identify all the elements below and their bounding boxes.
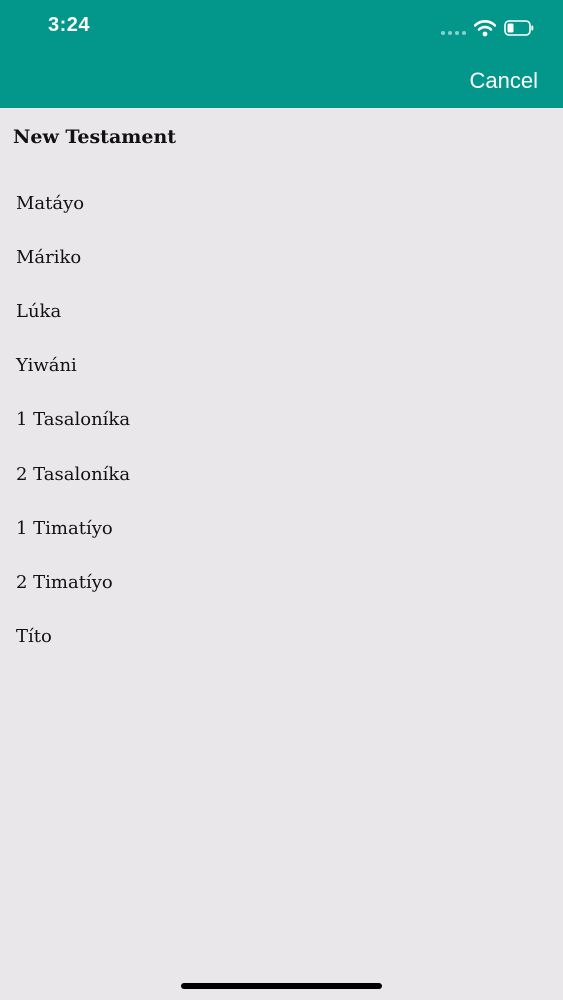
wifi-icon [474,20,496,37]
book-list-item[interactable]: Matáyo [0,176,563,230]
book-list-item[interactable]: 1 Tasaloníka [0,393,563,447]
book-list-item[interactable]: Yiwáni [0,339,563,393]
book-list-item[interactable]: Títo [0,610,563,664]
book-list-item[interactable]: Lúka [0,284,563,338]
home-indicator [181,983,382,989]
book-list: Matáyo Máriko Lúka Yiwáni 1 Tasaloníka 2… [0,176,563,664]
book-list-item[interactable]: 2 Timatíyo [0,555,563,609]
cancel-button[interactable]: Cancel [470,68,538,94]
app-header: 3:24 Cancel [0,0,563,108]
section-title: New Testament [13,126,177,148]
book-list-item[interactable]: 2 Tasaloníka [0,447,563,501]
book-list-item[interactable]: 1 Timatíyo [0,501,563,555]
status-time: 3:24 [48,14,91,36]
battery-icon [504,20,534,36]
signal-dots-icon [441,31,466,35]
book-list-item[interactable]: Máriko [0,230,563,284]
